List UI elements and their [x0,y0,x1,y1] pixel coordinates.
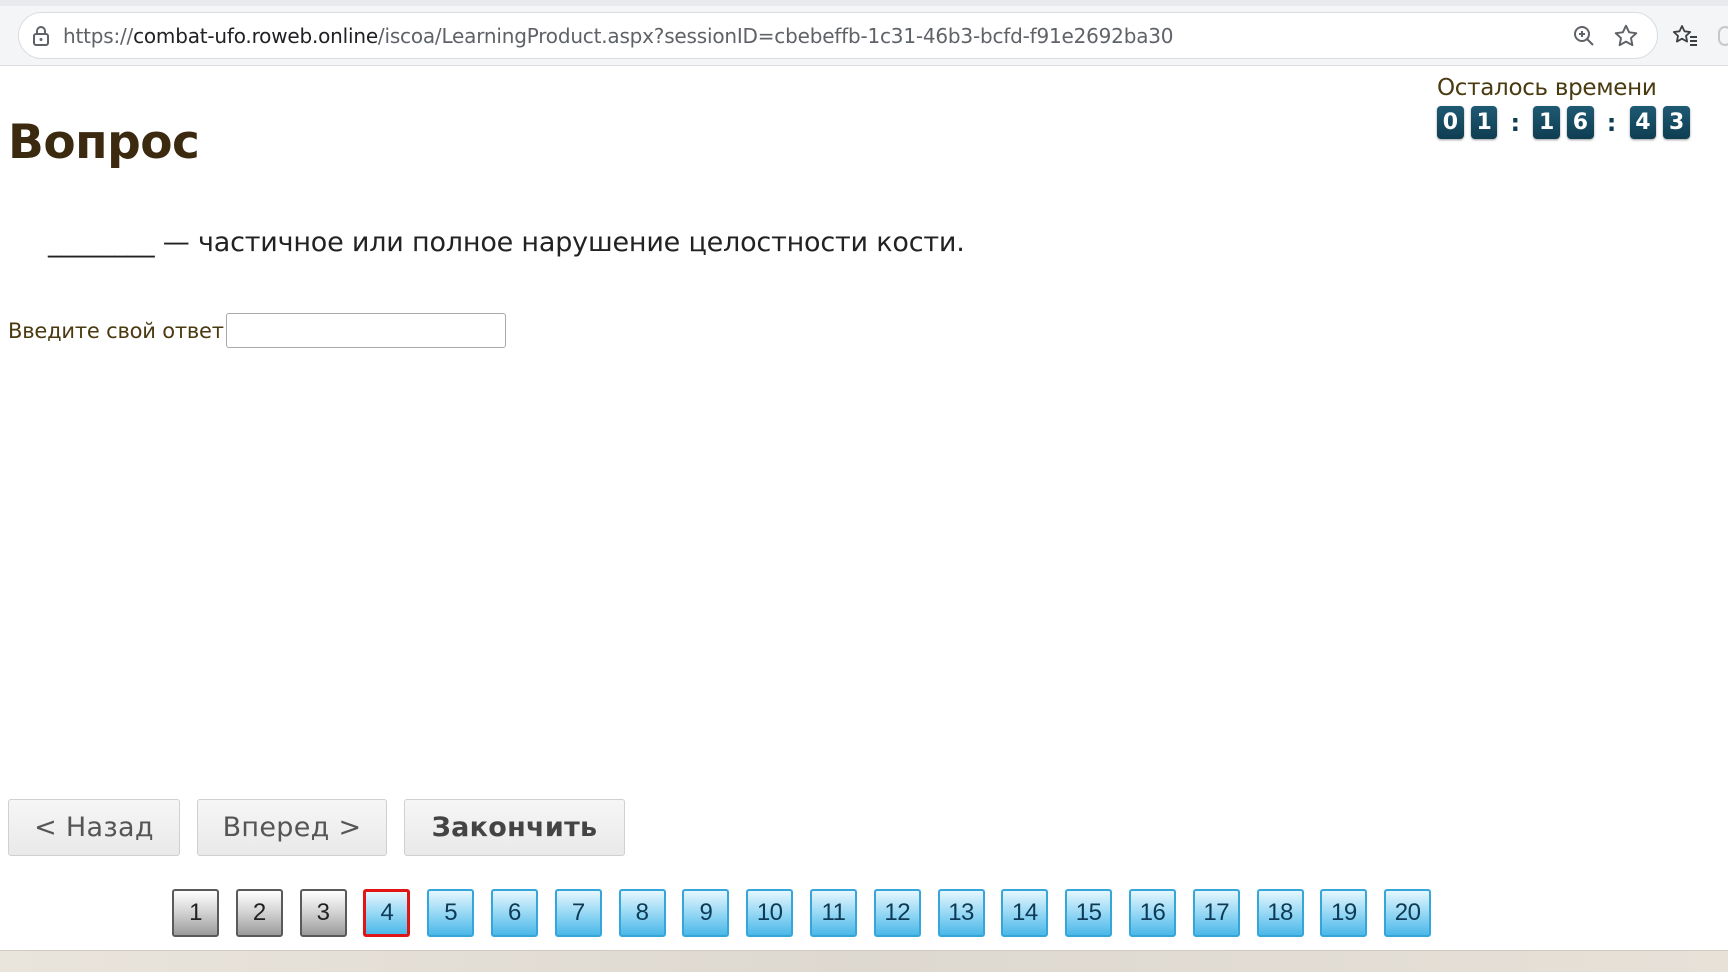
profile-icon[interactable] [1718,26,1728,46]
finish-button[interactable]: Закончить [404,799,625,856]
timer-digit: 4 [1629,106,1657,139]
timer-digit: 0 [1437,106,1464,139]
question-button-12[interactable]: 12 [873,889,921,937]
countdown-timer: Осталось времени 0 1 : 1 6 : 4 3 [1437,75,1697,139]
question-button-9[interactable]: 9 [682,889,730,937]
question-button-15[interactable]: 15 [1065,889,1113,937]
answer-input[interactable] [225,313,506,348]
star-icon[interactable] [1609,19,1643,53]
url-host: combat-ufo.roweb.online [133,23,378,48]
question-button-5[interactable]: 5 [427,889,475,937]
question-button-10[interactable]: 10 [746,889,794,937]
question-button-19[interactable]: 19 [1320,889,1368,937]
timer-digit: 3 [1663,106,1690,139]
zoom-icon[interactable] [1567,19,1601,53]
question-button-6[interactable]: 6 [490,889,538,937]
question-text: ________ — частичное или полное нарушени… [48,227,965,258]
question-button-1[interactable]: 1 [172,889,219,937]
question-button-14[interactable]: 14 [1001,889,1049,937]
question-button-17[interactable]: 17 [1192,889,1240,937]
favorites-icon[interactable] [1668,19,1702,53]
back-button[interactable]: < Назад [8,799,180,856]
timer-separator: : [1606,108,1617,137]
answer-row: Введите свой ответ [8,313,506,348]
timer-digit: 1 [1533,106,1560,139]
url-text[interactable]: https://combat-ufo.roweb.online/iscoa/Le… [63,24,1567,48]
page-title: Вопрос [8,115,200,170]
question-button-18[interactable]: 18 [1256,889,1304,937]
browser-toolbar: https://combat-ufo.roweb.online/iscoa/Le… [0,0,1728,66]
url-scheme: https:// [63,23,134,48]
timer-digit: 1 [1470,106,1498,139]
timer-label: Осталось времени [1437,75,1657,101]
question-button-2[interactable]: 2 [235,889,283,937]
forward-button[interactable]: Вперед > [197,799,387,856]
answer-label: Введите свой ответ [8,318,224,343]
address-bar[interactable]: https://combat-ufo.roweb.online/iscoa/Le… [18,12,1658,59]
tab-strip [0,0,1728,6]
question-button-11[interactable]: 11 [809,889,857,937]
question-button-7[interactable]: 7 [554,889,602,937]
url-path: /iscoa/LearningProduct.aspx?sessionID=cb… [377,23,1174,48]
question-button-3[interactable]: 3 [299,889,347,937]
question-button-20[interactable]: 20 [1384,889,1432,937]
timer-digit: 6 [1566,106,1594,139]
taskbar [0,950,1728,972]
question-button-8[interactable]: 8 [618,889,666,937]
timer-separator: : [1510,108,1521,137]
timer-digits: 0 1 : 1 6 : 4 3 [1437,106,1697,139]
question-pager: 1 2 3 4 5 6 7 8 9 10 11 12 13 14 15 16 17 18 19 20 [172,889,1448,937]
question-button-4[interactable]: 4 [363,889,411,937]
question-button-16[interactable]: 16 [1128,889,1176,937]
lock-icon[interactable] [19,12,63,59]
page-content: Вопрос Осталось времени 0 1 : 1 6 : 4 3 … [0,67,1728,952]
question-button-13[interactable]: 13 [937,889,985,937]
